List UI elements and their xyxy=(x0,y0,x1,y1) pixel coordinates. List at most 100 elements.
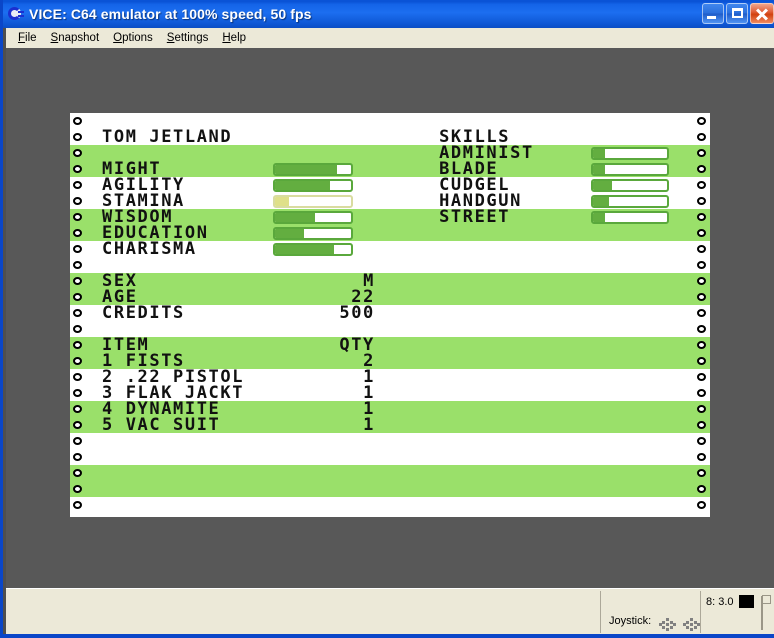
menu-file[interactable]: File xyxy=(11,30,44,46)
attribute-bar-wisdom xyxy=(273,211,353,224)
menu-options[interactable]: Options xyxy=(106,30,160,46)
joystick-label: Joystick: xyxy=(609,615,652,627)
joystick-dot xyxy=(666,623,669,626)
hole-left xyxy=(73,357,82,365)
vital-value-credits: 500 xyxy=(339,303,375,323)
sprocket-holes-right xyxy=(694,113,710,517)
hole-left xyxy=(73,325,82,333)
sprocket-holes-left xyxy=(70,113,86,517)
joystick-dot xyxy=(690,623,693,626)
hole-right xyxy=(697,261,706,269)
hole-right xyxy=(697,405,706,413)
bar-fill xyxy=(593,149,605,158)
attribute-bar-agility xyxy=(273,179,353,192)
menu-settings-rest: ettings xyxy=(174,32,209,44)
bar-fill xyxy=(593,213,605,222)
attribute-bar-charisma xyxy=(273,243,353,256)
resize-grip[interactable] xyxy=(754,592,771,632)
hole-left xyxy=(73,245,82,253)
hole-left xyxy=(73,389,82,397)
skill-bar-administ xyxy=(591,147,669,160)
menu-file-rest: ile xyxy=(25,32,37,44)
skill-bar-handgun xyxy=(591,195,669,208)
bar-fill xyxy=(275,245,335,254)
hole-left xyxy=(73,197,82,205)
hole-right xyxy=(697,341,706,349)
bar-fill xyxy=(275,165,338,174)
hole-right xyxy=(697,117,706,125)
window-controls xyxy=(702,3,774,24)
skill-bar-blade xyxy=(591,163,669,176)
emulator-canvas[interactable]: TOM JETLAND SKILLS MIGHT AGILITY STAMINA WISD… xyxy=(6,48,774,588)
hole-right xyxy=(697,469,706,477)
hole-left xyxy=(73,453,82,461)
hole-left xyxy=(73,277,82,285)
screen-row xyxy=(70,465,710,481)
hole-right xyxy=(697,277,706,285)
screen-row xyxy=(70,273,710,289)
menu-snapshot[interactable]: Snapshot xyxy=(44,30,107,46)
bar-fill xyxy=(275,197,289,206)
close-button[interactable] xyxy=(750,3,774,24)
hole-left xyxy=(73,213,82,221)
window-title: VICE: C64 emulator at 100% speed, 50 fps xyxy=(29,6,312,22)
joystick-dot xyxy=(686,626,689,629)
screen-row xyxy=(70,497,710,513)
joystick-dot xyxy=(690,618,693,621)
bar-fill xyxy=(593,181,612,190)
minimize-button[interactable] xyxy=(702,3,724,24)
c64-screen[interactable]: TOM JETLAND SKILLS MIGHT AGILITY STAMINA WISD… xyxy=(70,113,710,517)
hole-right xyxy=(697,197,706,205)
joystick-dot xyxy=(670,621,673,624)
joystick-dot xyxy=(666,618,669,621)
bar-fill xyxy=(275,181,330,190)
character-name: TOM JETLAND xyxy=(102,127,233,147)
screen-row xyxy=(70,449,710,465)
joystick-dot xyxy=(690,628,693,631)
drive-status-panel[interactable]: 8: 3.0 xyxy=(700,591,756,633)
attribute-bar-stamina xyxy=(273,195,353,208)
hole-right xyxy=(697,165,706,173)
hole-left xyxy=(73,117,82,125)
hole-right xyxy=(697,309,706,317)
joystick-dot xyxy=(670,626,673,629)
hole-right xyxy=(697,293,706,301)
vital-label-credits: CREDITS xyxy=(102,303,185,323)
menu-help[interactable]: Help xyxy=(215,30,253,46)
hole-right xyxy=(697,325,706,333)
hole-right xyxy=(697,181,706,189)
hole-right xyxy=(697,357,706,365)
status-bar: Joystick: 8: 3.0 xyxy=(6,588,774,634)
menu-options-accel: O xyxy=(113,32,123,44)
vice-emulator-window: VICE: C64 emulator at 100% speed, 50 fps… xyxy=(0,0,774,638)
maximize-button[interactable] xyxy=(726,3,748,24)
bar-fill xyxy=(593,165,605,174)
commodore-logo-icon xyxy=(7,6,24,23)
joystick-panel: Joystick: xyxy=(600,591,700,633)
hole-right xyxy=(697,389,706,397)
hole-right xyxy=(697,149,706,157)
menu-help-rest: elp xyxy=(230,32,247,44)
hole-right xyxy=(697,485,706,493)
menu-help-accel: H xyxy=(222,32,231,44)
hole-left xyxy=(73,341,82,349)
menu-settings[interactable]: Settings xyxy=(160,30,216,46)
screen-row xyxy=(70,481,710,497)
hole-right xyxy=(697,373,706,381)
hole-left xyxy=(73,421,82,429)
joystick-dot xyxy=(662,621,665,624)
hole-left xyxy=(73,405,82,413)
bar-fill xyxy=(275,213,315,222)
hole-right xyxy=(697,213,706,221)
hole-left xyxy=(73,373,82,381)
drive-led-icon xyxy=(739,595,754,608)
skill-label-street: STREET xyxy=(439,207,511,227)
hole-right xyxy=(697,421,706,429)
hole-left xyxy=(73,181,82,189)
hole-right xyxy=(697,501,706,509)
skill-bar-street xyxy=(591,211,669,224)
joystick-dot xyxy=(673,623,676,626)
menu-snapshot-rest: napshot xyxy=(58,32,100,44)
menu-options-rest: ptions xyxy=(122,32,153,44)
hole-left xyxy=(73,501,82,509)
